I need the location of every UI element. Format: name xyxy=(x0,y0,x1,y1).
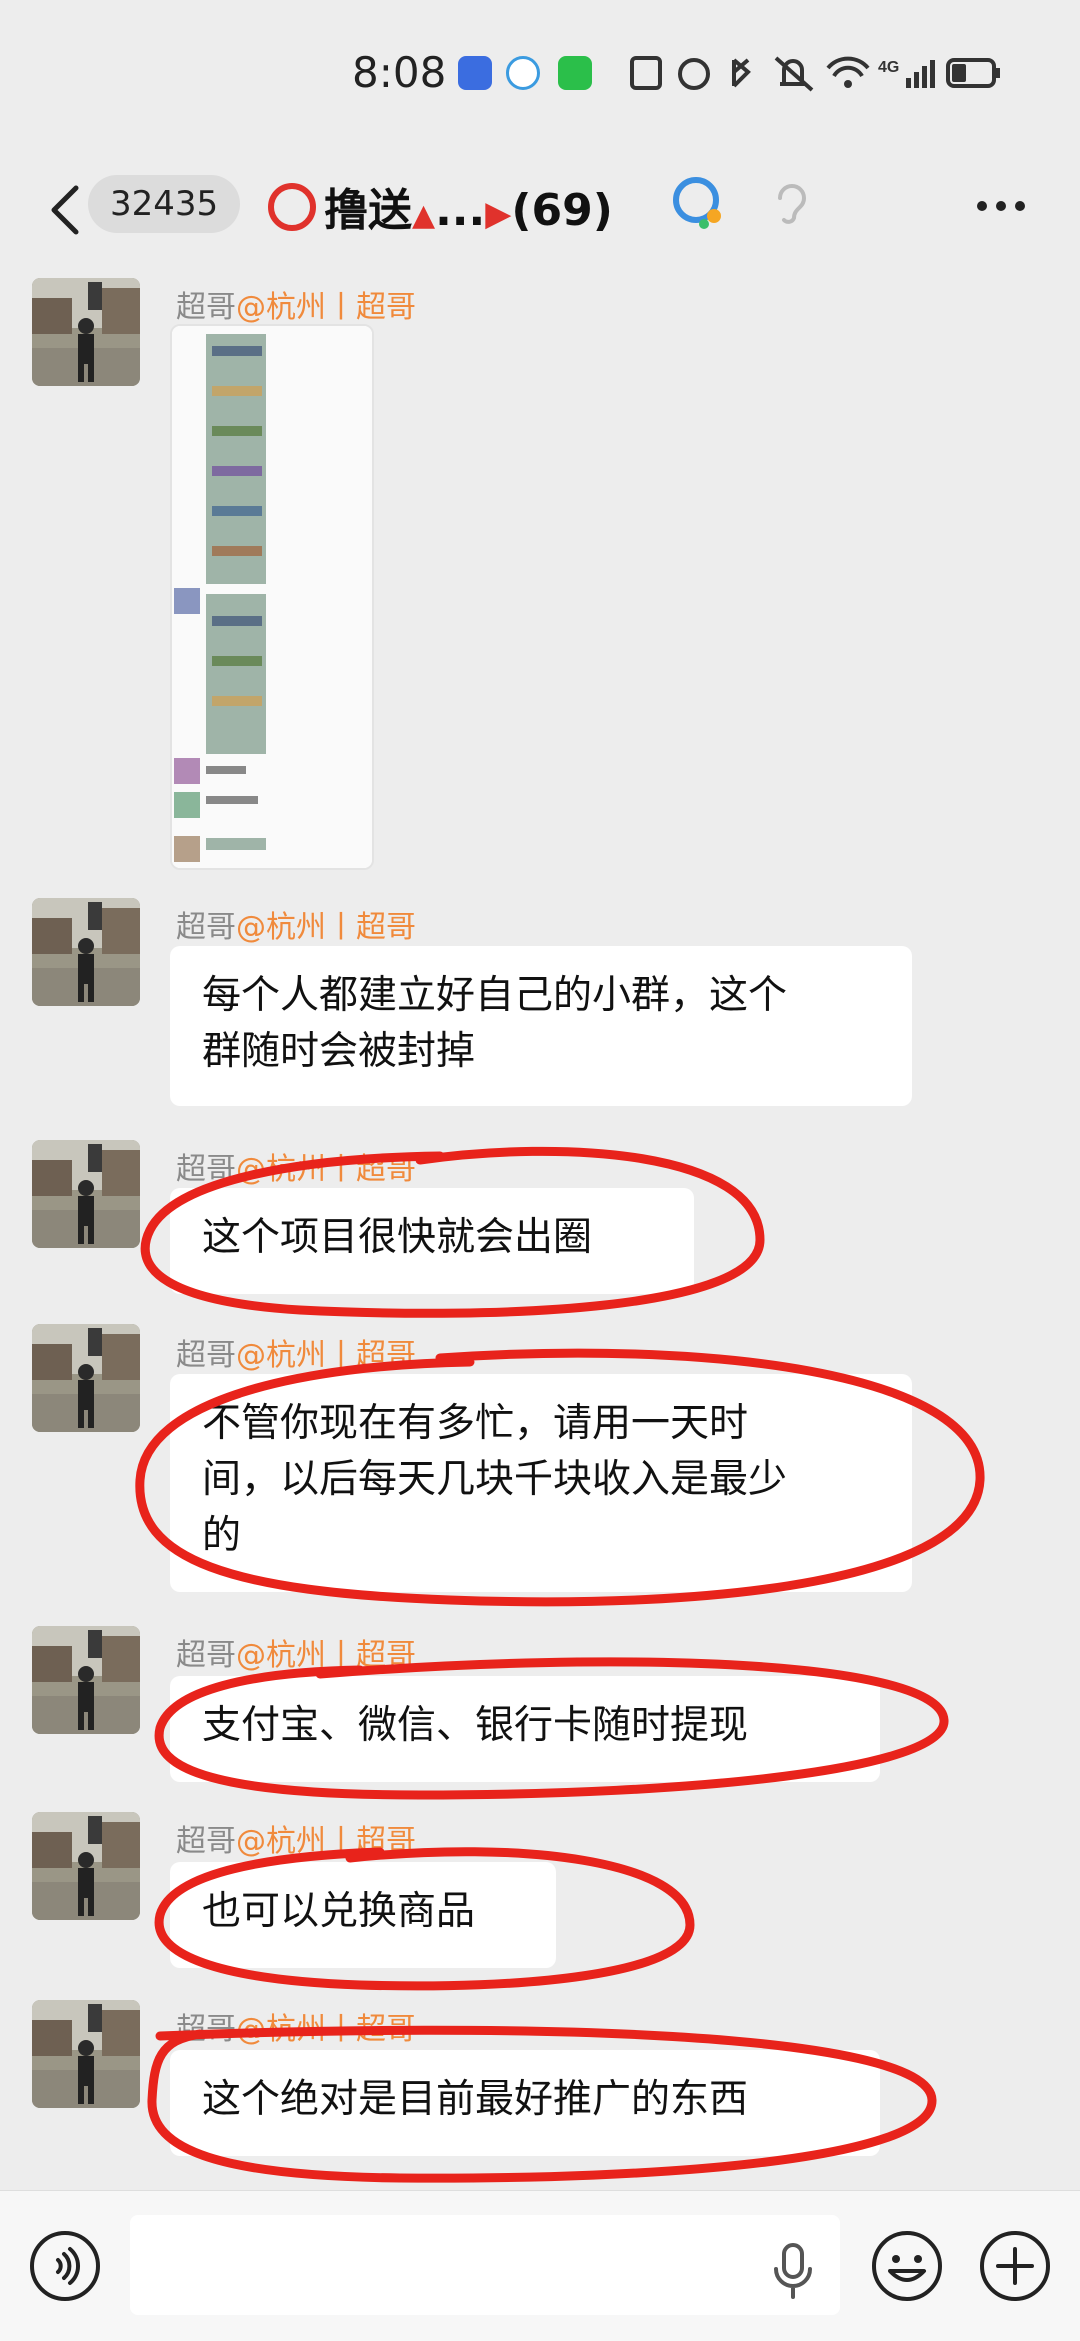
alarm-icon xyxy=(678,58,710,90)
plus-more-icon[interactable] xyxy=(978,2229,1052,2303)
sender-avatar[interactable] xyxy=(32,1626,140,1734)
member-count: (69) xyxy=(511,185,613,236)
text-message[interactable]: 也可以兑换商品 xyxy=(170,1862,556,1968)
alipay-notify-icon xyxy=(458,56,492,90)
chat-notify-icon xyxy=(506,56,540,90)
text-message[interactable]: 这个绝对是目前最好推广的东西 xyxy=(170,2050,880,2156)
sender-label: 超哥@杭州丨超哥 xyxy=(176,1824,416,1859)
network-label: 4G xyxy=(878,59,899,76)
blurred-screenshot-thumbnail xyxy=(172,326,372,868)
text-message[interactable]: 支付宝、微信、银行卡随时提现 xyxy=(170,1676,880,1782)
status-bar: 8:08 4G xyxy=(0,0,1080,150)
message-input-bar xyxy=(0,2190,1080,2341)
earpiece-mode-icon[interactable] xyxy=(770,180,814,230)
group-title[interactable]: 撸送▲...▶(69) xyxy=(268,174,613,238)
sender-label: 超哥@杭州丨超哥 xyxy=(176,1152,416,1187)
text-message[interactable]: 这个项目很快就会出圈 xyxy=(170,1188,694,1294)
bluetooth-icon xyxy=(732,58,751,88)
red-circle-emoji xyxy=(268,183,316,231)
unread-count-badge[interactable]: 32435 xyxy=(88,175,241,233)
sender-label: 超哥@杭州丨超哥 xyxy=(176,1338,416,1373)
sender-avatar[interactable] xyxy=(32,2000,140,2108)
sender-avatar[interactable] xyxy=(32,1324,140,1432)
chat-header: 32435 撸送▲...▶(69) xyxy=(0,150,1080,270)
status-time: 8:08 xyxy=(352,48,447,97)
wifi-icon xyxy=(826,56,870,78)
sender-label: 超哥@杭州丨超哥 xyxy=(176,290,416,325)
voice-input-toggle-icon[interactable] xyxy=(28,2229,102,2303)
text-message[interactable]: 每个人都建立好自己的小群，这个 群随时会被封掉 xyxy=(170,946,912,1106)
sender-label: 超哥@杭州丨超哥 xyxy=(176,910,416,945)
group-chat-icon[interactable] xyxy=(668,172,730,234)
microphone-icon[interactable] xyxy=(768,2241,818,2301)
system-status-icons: 4G xyxy=(630,56,1000,92)
text-message[interactable]: 不管你现在有多忙，请用一天时 间，以后每天几块千块收入是最少 的 xyxy=(170,1374,912,1592)
sender-label: 超哥@杭州丨超哥 xyxy=(176,1638,416,1673)
sender-avatar[interactable] xyxy=(32,1140,140,1248)
image-message[interactable] xyxy=(170,324,374,870)
red-flag-emoji: ▶ xyxy=(485,194,512,234)
nfc-icon xyxy=(630,56,662,90)
sender-label: 超哥@杭州丨超哥 xyxy=(176,2012,416,2047)
more-options-icon[interactable] xyxy=(976,200,1026,212)
sender-avatar[interactable] xyxy=(32,1812,140,1920)
sender-avatar[interactable] xyxy=(32,898,140,1006)
sender-avatar[interactable] xyxy=(32,278,140,386)
mute-icon xyxy=(774,56,814,92)
red-triangle-emoji: ▲ xyxy=(412,198,436,233)
wechat-notify-icon xyxy=(558,56,592,90)
message-text-field[interactable] xyxy=(130,2215,840,2315)
emoji-icon[interactable] xyxy=(870,2229,944,2303)
